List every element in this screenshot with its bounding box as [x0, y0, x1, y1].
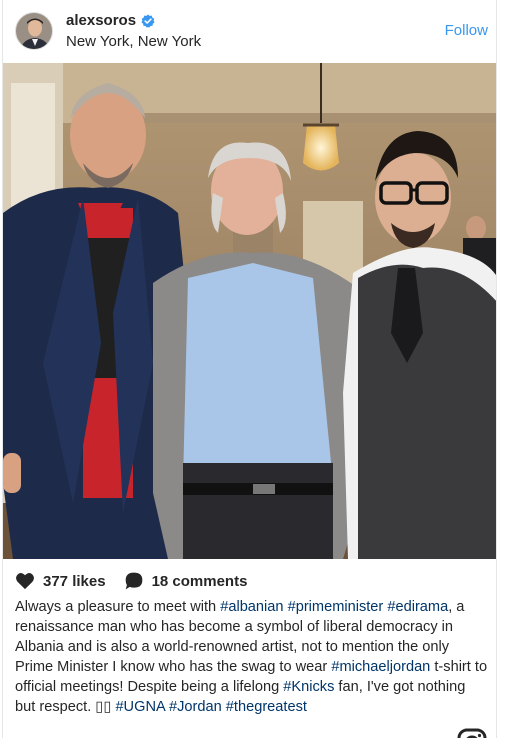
verified-badge-icon: [141, 14, 155, 28]
post-caption: Always a pleasure to meet with #albanian…: [15, 597, 489, 717]
likes-stat[interactable]: 377 likes: [15, 572, 106, 590]
hashtag-link[interactable]: #edirama: [387, 599, 448, 615]
heart-icon[interactable]: [15, 572, 35, 590]
username[interactable]: alexsoros: [66, 12, 136, 29]
hashtag-link[interactable]: #michaeljordan: [331, 659, 430, 675]
hashtag-link[interactable]: #Jordan: [169, 699, 222, 715]
post-photo-image: [3, 63, 496, 559]
post-location[interactable]: New York, New York: [66, 33, 201, 50]
hashtag-link[interactable]: #UGNA: [115, 699, 164, 715]
post-photo[interactable]: [3, 63, 496, 559]
likes-count: 377 likes: [43, 572, 106, 590]
hashtag-link[interactable]: #albanian: [220, 599, 283, 615]
post-actions: 377 likes 18 comments: [15, 571, 265, 591]
post-header: alexsoros New York, New York Follow: [3, 0, 496, 63]
comments-stat[interactable]: 18 comments: [124, 571, 248, 591]
username-row: alexsoros: [66, 12, 155, 29]
user-avatar[interactable]: [15, 12, 53, 50]
hashtag-link[interactable]: #thegreatest: [226, 699, 307, 715]
avatar-image: [16, 13, 52, 49]
follow-button[interactable]: Follow: [445, 22, 488, 39]
comments-count: 18 comments: [151, 572, 248, 590]
instagram-logo-icon: [457, 728, 487, 738]
hashtag-link[interactable]: #Knicks: [283, 679, 334, 695]
caption-text: Always a pleasure to meet with: [15, 599, 221, 615]
hashtag-link[interactable]: #primeminister: [288, 599, 384, 615]
comment-bubble-icon[interactable]: [124, 571, 144, 591]
instagram-post-card: alexsoros New York, New York Follow 377 …: [2, 0, 497, 738]
